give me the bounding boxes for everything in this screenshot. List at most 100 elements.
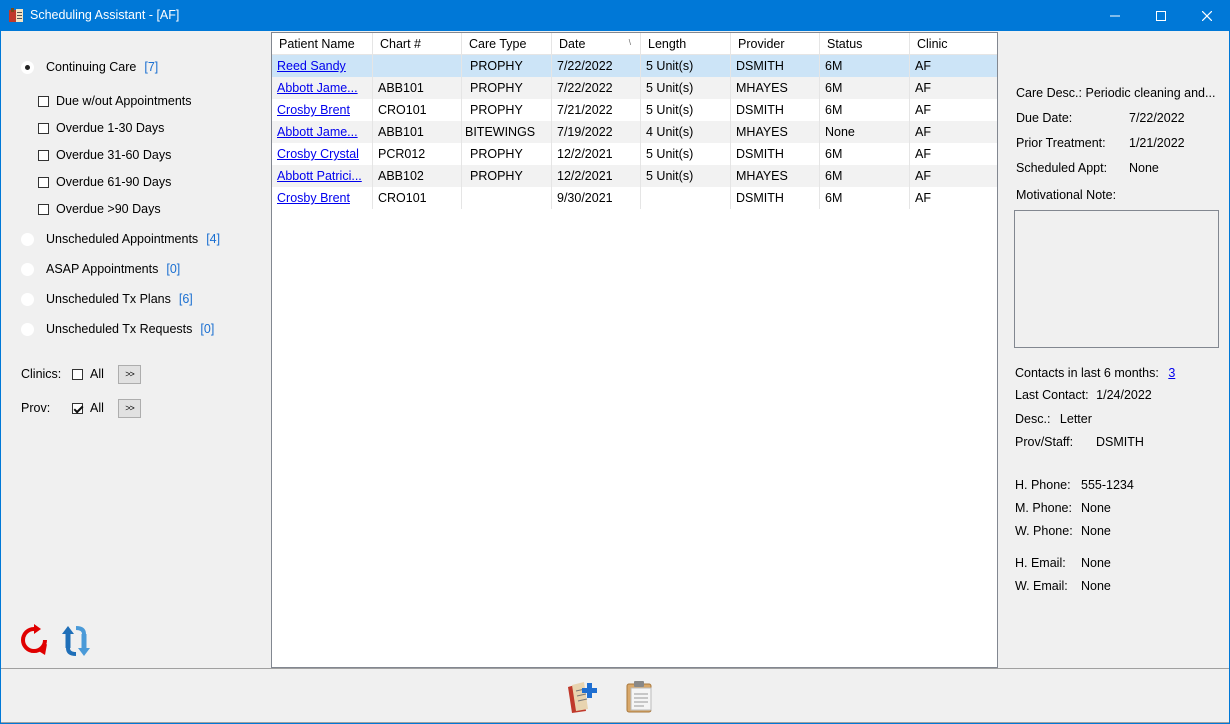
close-button[interactable] — [1184, 0, 1230, 31]
prov-select-button[interactable]: >> — [118, 398, 141, 418]
minimize-button[interactable] — [1092, 0, 1138, 31]
care-type-cell: BITEWINGS — [462, 121, 552, 143]
length-cell — [641, 187, 731, 209]
desc-label: Desc.: — [1015, 412, 1051, 426]
header-text: Patient Name — [279, 37, 355, 51]
unscheduled-appointments-radio[interactable]: Unscheduled Appointments [4] — [21, 230, 220, 248]
clipboard-icon[interactable] — [622, 679, 658, 715]
table-row[interactable]: Abbott Jame... ABB101 BITEWINGS 7/19/202… — [272, 121, 997, 143]
filter-overdue-1-30[interactable]: Overdue 1-30 Days — [38, 119, 164, 137]
patient-name-link[interactable]: Reed Sandy — [272, 55, 373, 77]
refresh-icon[interactable] — [19, 624, 49, 661]
patient-name-link[interactable]: Crosby Brent — [272, 187, 373, 209]
care-desc-row: Care Desc.: Periodic cleaning and... — [1016, 86, 1215, 100]
radio-selected-indicator[interactable] — [21, 60, 34, 74]
last-contact-value: 1/24/2022 — [1096, 388, 1152, 402]
column-header-length[interactable]: Length — [641, 33, 731, 55]
chart-cell: ABB101 — [373, 77, 462, 99]
length-cell: 5 Unit(s) — [641, 99, 731, 121]
prior-treatment-value: 1/21/2022 — [1129, 136, 1185, 150]
unscheduled-tx-requests-radio[interactable]: Unscheduled Tx Requests [0] — [21, 320, 214, 338]
care-type-cell: PROPHY — [462, 165, 552, 187]
table-row[interactable]: Abbott Patrici... ABB102 PROPHY 12/2/202… — [272, 165, 997, 187]
scheduled-appt-row: Scheduled Appt: None — [1016, 161, 1159, 175]
care-desc-label: Care Desc.: — [1016, 86, 1082, 100]
table-row[interactable]: Crosby Brent CRO101 PROPHY 7/21/2022 5 U… — [272, 99, 997, 121]
column-header-provider[interactable]: Provider — [731, 33, 820, 55]
option-count: [4] — [206, 232, 221, 246]
date-cell: 12/2/2021 — [552, 143, 641, 165]
clinics-select-button[interactable]: >> — [118, 364, 141, 384]
clinics-all-checkbox[interactable] — [72, 368, 83, 380]
schedule-appointment-icon[interactable] — [564, 679, 600, 715]
date-cell: 7/22/2022 — [552, 77, 641, 99]
table-row[interactable]: Abbott Jame... ABB101 PROPHY 7/22/2022 5… — [272, 77, 997, 99]
patient-name-link[interactable]: Crosby Crystal — [272, 143, 373, 165]
h-email-label: H. Email: — [1015, 556, 1066, 570]
due-date-label: Due Date: — [1016, 111, 1073, 125]
patient-name-link[interactable]: Crosby Brent — [272, 99, 373, 121]
filter-due-without-appointments[interactable]: Due w/out Appointments — [38, 92, 192, 110]
chart-cell: CRO101 — [373, 187, 462, 209]
status-cell: 6M — [820, 55, 910, 77]
table-row[interactable]: Reed Sandy PROPHY 7/22/2022 5 Unit(s) DS… — [272, 55, 997, 77]
maximize-button[interactable] — [1138, 0, 1184, 31]
continuing-care-count: [7] — [144, 60, 159, 74]
radio-indicator[interactable] — [21, 232, 34, 246]
column-header-clinic[interactable]: Clinic — [910, 33, 997, 55]
table-row[interactable]: Crosby Brent CRO101 9/30/2021 DSMITH 6M … — [272, 187, 997, 209]
length-cell: 5 Unit(s) — [641, 143, 731, 165]
prov-label: Prov: — [21, 401, 51, 415]
column-header-date[interactable]: Date \ — [552, 33, 641, 55]
status-cell: 6M — [820, 99, 910, 121]
provider-cell: DSMITH — [731, 55, 820, 77]
continuing-care-radio[interactable]: Continuing Care [7] — [21, 58, 158, 76]
option-label: Unscheduled Tx Plans — [46, 292, 171, 306]
radio-indicator[interactable] — [21, 292, 34, 306]
patient-name-link[interactable]: Abbott Jame... — [272, 121, 373, 143]
provider-filter: Prov: All >> — [21, 397, 141, 419]
desc-row: Desc.: Letter — [1015, 412, 1092, 426]
prov-all-checkbox[interactable] — [72, 402, 83, 414]
filter-overdue-over-90[interactable]: Overdue >90 Days — [38, 200, 161, 218]
patient-name-link[interactable]: Abbott Patrici... — [272, 165, 373, 187]
filter-label: Due w/out Appointments — [56, 94, 192, 108]
clinics-filter: Clinics: All >> — [21, 363, 141, 385]
contacts-count-link[interactable]: 3 — [1168, 366, 1175, 380]
filter-label: Overdue 1-30 Days — [56, 121, 165, 135]
checkbox[interactable] — [38, 203, 49, 215]
column-header-status[interactable]: Status — [820, 33, 910, 55]
header-text: Status — [827, 37, 863, 51]
unscheduled-tx-plans-radio[interactable]: Unscheduled Tx Plans [6] — [21, 290, 193, 308]
option-label: Unscheduled Appointments — [46, 232, 199, 246]
prior-treatment-row: Prior Treatment: 1/21/2022 — [1016, 136, 1185, 150]
checkbox[interactable] — [38, 176, 49, 188]
filter-overdue-31-60[interactable]: Overdue 31-60 Days — [38, 146, 171, 164]
column-header-patient-name[interactable]: Patient Name — [272, 33, 373, 55]
header-text: Care Type — [469, 37, 527, 51]
w-email-value: None — [1081, 579, 1111, 593]
chart-cell: CRO101 — [373, 99, 462, 121]
column-header-chart[interactable]: Chart # — [373, 33, 462, 55]
filter-overdue-61-90[interactable]: Overdue 61-90 Days — [38, 173, 171, 191]
length-cell: 5 Unit(s) — [641, 77, 731, 99]
asap-appointments-radio[interactable]: ASAP Appointments [0] — [21, 260, 180, 278]
status-cell: 6M — [820, 187, 910, 209]
checkbox[interactable] — [38, 122, 49, 134]
patient-name-link[interactable]: Abbott Jame... — [272, 77, 373, 99]
motivational-note-textbox[interactable] — [1014, 210, 1219, 348]
checkbox[interactable] — [38, 149, 49, 161]
sync-icon[interactable] — [59, 624, 93, 661]
table-row[interactable]: Crosby Crystal PCR012 PROPHY 12/2/2021 5… — [272, 143, 997, 165]
mobile-phone-row: M. Phone: None — [1015, 501, 1111, 515]
checkbox[interactable] — [38, 95, 49, 107]
m-phone-value: None — [1081, 501, 1111, 515]
radio-indicator[interactable] — [21, 262, 34, 276]
provider-cell: DSMITH — [731, 187, 820, 209]
motivational-note-label: Motivational Note: — [1016, 188, 1117, 202]
scheduling-book-icon — [8, 7, 25, 24]
column-header-care-type[interactable]: Care Type — [462, 33, 552, 55]
patient-grid[interactable]: Patient Name Chart # Care Type Date \ Len… — [271, 32, 998, 668]
chart-cell — [373, 55, 462, 77]
radio-indicator[interactable] — [21, 322, 34, 336]
